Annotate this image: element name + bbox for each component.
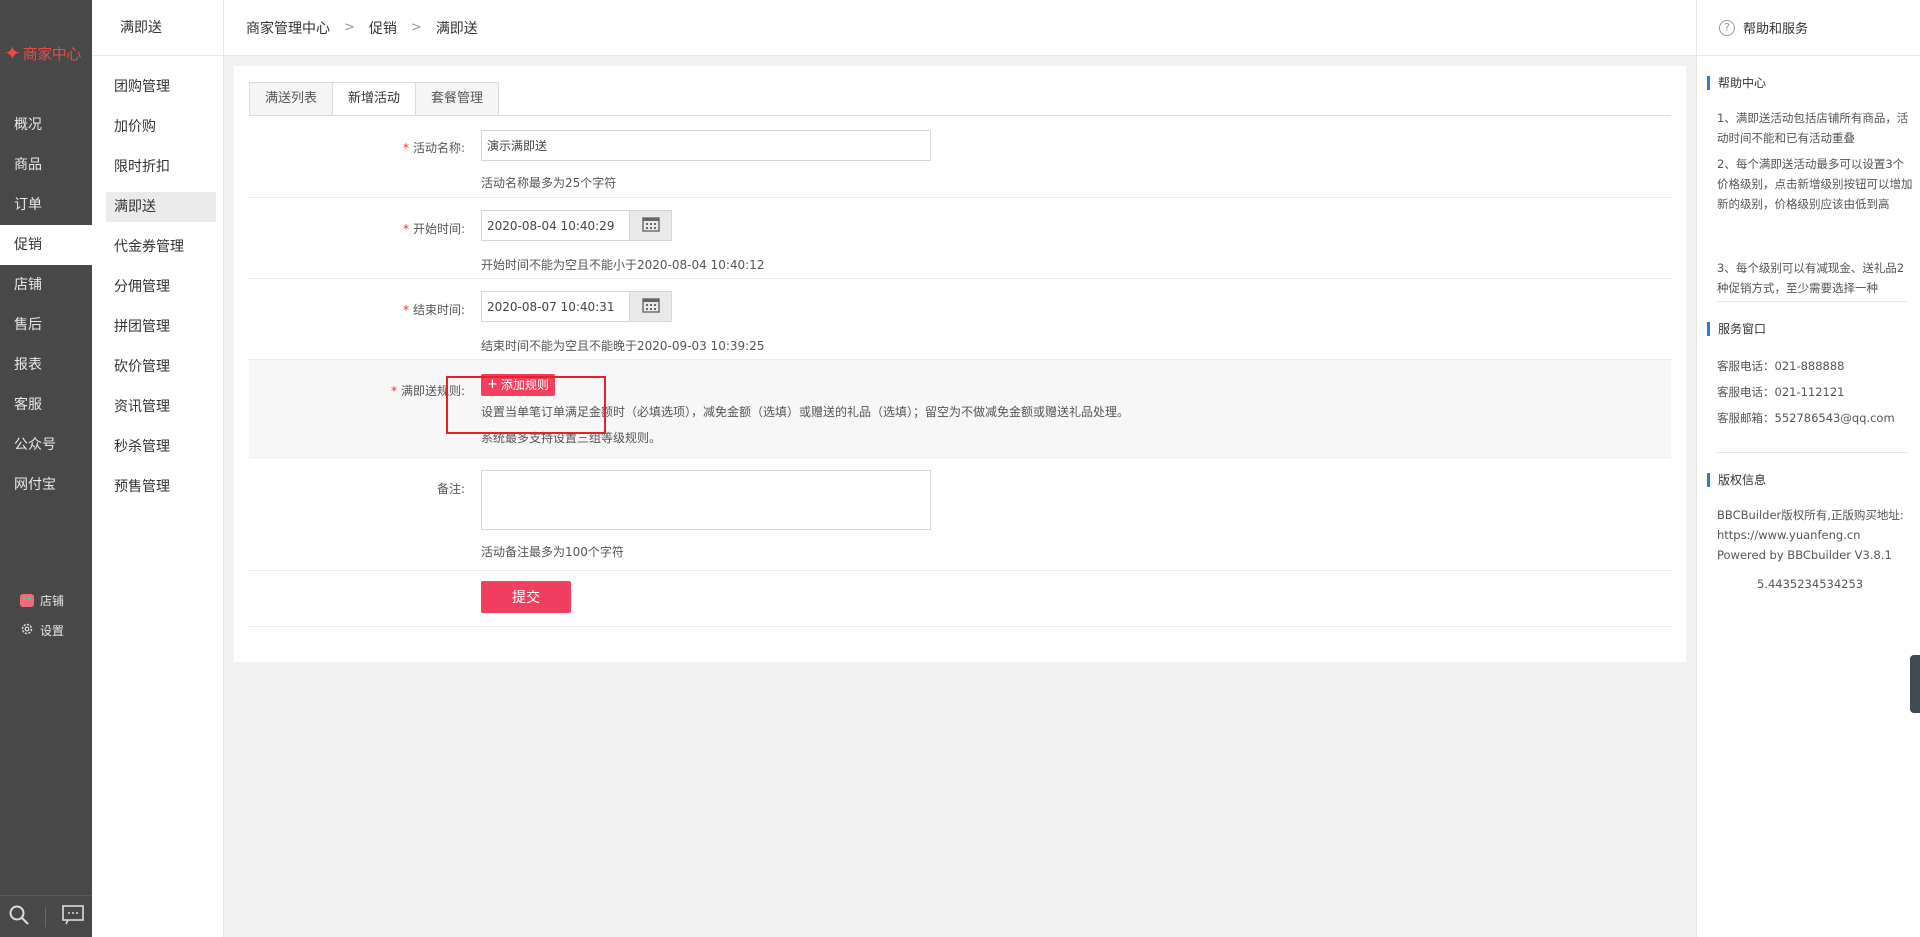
form-row-end: *结束时间: 结束时间不能为空且不能晚于2020-09-03 10:39:25: [249, 279, 1671, 360]
end-calendar-button[interactable]: [630, 291, 672, 322]
chat-icon[interactable]: [62, 904, 84, 929]
tab-bar: 满送列表 新增活动 套餐管理: [249, 82, 500, 116]
breadcrumb-separator-icon: >: [410, 20, 422, 35]
remark-hint: 活动备注最多为100个字符: [481, 545, 624, 559]
form-row-start: *开始时间: 开始时间不能为空且不能小于2020-08-04 10:40:12: [249, 198, 1671, 279]
settings-link[interactable]: 设置: [20, 622, 64, 639]
help-center-item-3: 3、每个级别可以有减现金、送礼品2种促销方式，至少需要选择一种: [1717, 261, 1905, 295]
subnav-title: 满即送: [92, 0, 223, 56]
main-sidebar: ✦ 商家中心 概况 商品 订单 促销 店铺 售后 报表 客服 公众号 网付宝 店…: [0, 0, 92, 937]
main-panel: 满送列表 新增活动 套餐管理 *活动名称: 活动名称最多为25个字符 *开始时间…: [234, 66, 1686, 662]
sidebar-bottom-bar: [0, 895, 92, 937]
tab-gift-list[interactable]: 满送列表: [249, 82, 334, 116]
service-phone-2: 客服电话：021-112121: [1717, 385, 1845, 399]
subnav-item-group-deal[interactable]: 拼团管理: [106, 312, 216, 342]
help-center-item-1: 1、满即送活动包括店铺所有商品，活动时间不能和已有活动重叠: [1717, 111, 1909, 145]
breadcrumb-promotion[interactable]: 促销: [369, 18, 397, 38]
subnav-item-add-price-buy[interactable]: 加价购: [106, 112, 216, 142]
end-hint: 结束时间不能为空且不能晚于2020-09-03 10:39:25: [481, 339, 765, 353]
logo[interactable]: ✦ 商家中心: [4, 40, 88, 66]
add-rule-label: 添加规则: [500, 378, 549, 392]
gear-icon: [20, 622, 34, 639]
nav-item-orders[interactable]: 订单: [0, 185, 92, 225]
subnav-item-bargain[interactable]: 砍价管理: [106, 352, 216, 382]
subnav-item-full-gift[interactable]: 满即送: [106, 192, 216, 222]
start-label: * 开始时间:: [402, 222, 465, 236]
side-scroll-handle[interactable]: [1910, 655, 1920, 713]
help-divider: [1717, 452, 1907, 453]
copyright-line-1: BBCBuilder版权所有,正版购买地址:: [1717, 508, 1904, 522]
help-center-title: 帮助中心: [1707, 76, 1766, 90]
form-row-name: *活动名称: 活动名称最多为25个字符: [249, 116, 1671, 198]
nav-item-reports[interactable]: 报表: [0, 345, 92, 385]
logo-text: 商家中心: [22, 44, 82, 63]
subnav-item-news[interactable]: 资讯管理: [106, 392, 216, 422]
logo-mark-icon: ✦: [4, 41, 21, 65]
add-rule-button[interactable]: + 添加规则: [481, 374, 555, 396]
start-hint: 开始时间不能为空且不能小于2020-08-04 10:40:12: [481, 258, 765, 272]
start-time-input[interactable]: [481, 210, 630, 241]
name-label: * 活动名称:: [402, 141, 465, 155]
subnav-item-vouchers[interactable]: 代金券管理: [106, 232, 216, 262]
search-icon[interactable]: [8, 904, 30, 930]
end-label: * 结束时间:: [402, 303, 465, 317]
bottom-divider: [45, 906, 47, 927]
help-header: ? 帮助和服务: [1697, 0, 1920, 56]
remark-textarea[interactable]: [481, 470, 931, 530]
rule-hint-1: 设置当单笔订单满足金额时（必填选项），减免金额（选填）或赠送的礼品（选填）；留空…: [481, 405, 1130, 419]
rule-hint-2: 系统最多支持设置三组等级规则。: [481, 431, 662, 445]
breadcrumb-current[interactable]: 满即送: [436, 18, 478, 38]
shop-link[interactable]: 店铺: [20, 592, 64, 609]
breadcrumb-home[interactable]: 商家管理中心: [246, 18, 330, 38]
form-row-rule: * 满即送规则: + 添加规则 设置当单笔订单满足金额时（必填选项），减免金额（选…: [249, 360, 1671, 458]
nav-item-shop[interactable]: 店铺: [0, 265, 92, 305]
copyright-title: 版权信息: [1707, 473, 1766, 487]
help-header-title: 帮助和服务: [1743, 22, 1809, 37]
nav-item-promotion[interactable]: 促销: [0, 225, 92, 265]
subnav-item-group-buy[interactable]: 团购管理: [106, 72, 216, 102]
breadcrumb-separator-icon: >: [344, 20, 355, 35]
nav-item-wangfubao[interactable]: 网付宝: [0, 465, 92, 505]
plus-icon: +: [487, 377, 498, 392]
calendar-icon: [641, 216, 660, 236]
version-number: 5.4435234534253: [1757, 577, 1864, 591]
tab-new-activity[interactable]: 新增活动: [332, 82, 417, 116]
nav-item-customer-service[interactable]: 客服: [0, 385, 92, 425]
form-row-remark: 备注: 活动备注最多为100个字符: [249, 458, 1671, 571]
service-phone-1: 客服电话：021-888888: [1717, 359, 1845, 373]
tab-package-management[interactable]: 套餐管理: [415, 82, 500, 116]
activity-name-input[interactable]: [481, 130, 931, 161]
sub-navigation: 满即送 团购管理 加价购 限时折扣 满即送 代金券管理 分佣管理 拼团管理 砍价…: [92, 0, 224, 937]
nav-item-official-account[interactable]: 公众号: [0, 425, 92, 465]
remark-label: 备注:: [436, 482, 465, 496]
help-center-item-2: 2、每个满即送活动最多可以设置3个价格级别，点击新增级别按钮可以增加新的级别，价…: [1717, 157, 1913, 211]
end-time-input[interactable]: [481, 291, 630, 322]
nav-item-after-sales[interactable]: 售后: [0, 305, 92, 345]
shop-icon: [20, 594, 34, 607]
service-title: 服务窗口: [1707, 322, 1766, 336]
question-icon: ?: [1719, 19, 1735, 36]
calendar-icon: [641, 297, 660, 317]
form-row-submit: 提交: [249, 571, 1671, 627]
help-divider: [1717, 301, 1907, 302]
name-hint: 活动名称最多为25个字符: [481, 176, 617, 190]
subnav-item-presale[interactable]: 预售管理: [106, 472, 216, 502]
subnav-item-commission[interactable]: 分佣管理: [106, 272, 216, 302]
rule-label: * 满即送规则:: [390, 384, 465, 398]
shop-link-label: 店铺: [40, 594, 65, 608]
nav-item-overview[interactable]: 概况: [0, 105, 92, 145]
service-email: 客服邮箱：552786543@qq.com: [1717, 411, 1895, 425]
subnav-item-flash-discount[interactable]: 限时折扣: [106, 152, 216, 182]
breadcrumb: 商家管理中心 > 促销 > 满即送: [224, 0, 1696, 56]
copyright-line-3: Powered by BBCbuilder V3.8.1: [1717, 548, 1892, 562]
subnav-item-seckill[interactable]: 秒杀管理: [106, 432, 216, 462]
start-calendar-button[interactable]: [630, 210, 672, 241]
copyright-line-2: https://www.yuanfeng.cn: [1717, 528, 1861, 542]
help-panel: ? 帮助和服务 帮助中心 1、满即送活动包括店铺所有商品，活动时间不能和已有活动…: [1696, 0, 1920, 937]
nav-item-goods[interactable]: 商品: [0, 145, 92, 185]
submit-button[interactable]: 提交: [481, 581, 571, 613]
settings-link-label: 设置: [40, 624, 65, 638]
